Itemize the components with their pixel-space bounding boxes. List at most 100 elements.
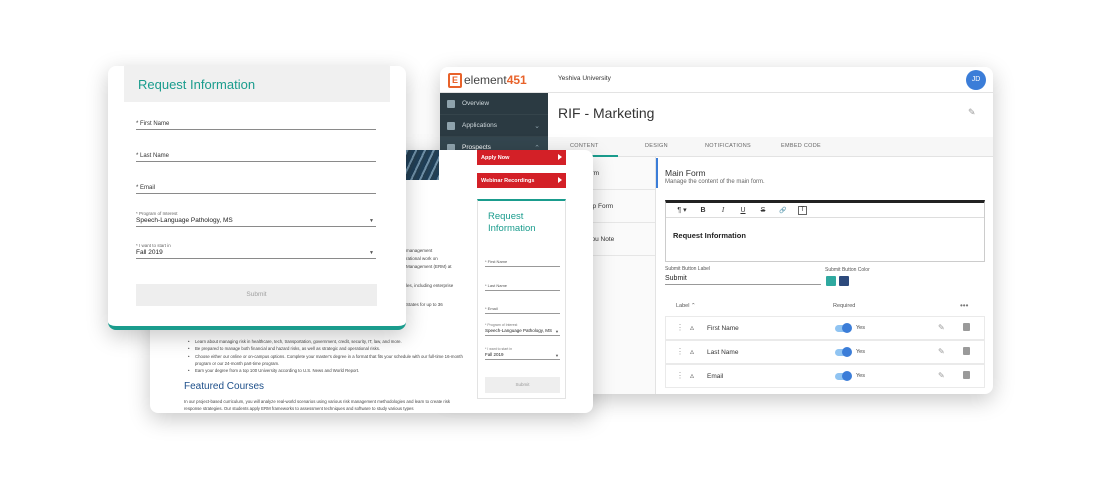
page-title: RIF - Marketing [558, 105, 655, 121]
tab-bar: CONTENT DESIGN NOTIFICATIONS EMBED CODE [548, 137, 993, 157]
table-row: ⋮ ▵ Email Yes ✎ [665, 364, 985, 388]
text-field-icon: ▵ [690, 323, 695, 332]
trash-icon[interactable] [963, 323, 970, 331]
pencil-icon[interactable]: ✎ [968, 107, 976, 118]
body-text-fragment: management [406, 248, 433, 253]
trash-icon[interactable] [963, 347, 970, 355]
required-toggle[interactable] [835, 371, 852, 381]
color-swatch-teal[interactable] [826, 276, 836, 286]
university-name: Yeshiva University [558, 75, 611, 82]
drag-handle-icon[interactable]: ⋮ [676, 347, 684, 356]
avatar[interactable]: JD [966, 70, 986, 90]
start-value: Fall 2019 [485, 352, 504, 357]
body-text-fragment: States for up to 36 [406, 302, 443, 307]
table-row: ⋮ ▵ First Name Yes ✎ [665, 316, 985, 340]
sort-up-icon: ⌃ [691, 303, 696, 309]
submit-label-caption: Submit Button Label [665, 266, 711, 272]
toggle-knob [842, 323, 852, 333]
drag-handle-icon[interactable]: ⋮ [676, 323, 684, 332]
caret-down-icon: ▼ [555, 353, 559, 358]
caret-down-icon: ▼ [555, 329, 559, 334]
program-value: Speech-Language Pathology, MS [485, 328, 552, 333]
sidebar-item-label: Overview [462, 100, 490, 107]
submit-button[interactable]: Submit [136, 284, 377, 306]
required-toggle[interactable] [835, 323, 852, 333]
first-name-field[interactable]: * First Name [136, 121, 376, 130]
form-title: Request Information [138, 77, 256, 92]
play-arrow-icon [558, 154, 562, 160]
webinar-recordings-button[interactable]: Webinar Recordings [477, 173, 566, 188]
field-label: First Name [707, 325, 739, 332]
column-header-required: Required [833, 303, 856, 309]
program-caption: * Program of Interest [485, 323, 518, 327]
paragraph-format-button[interactable]: ¶ ▾ [671, 206, 693, 214]
featured-courses-text: In our project-based curriculum, you wil… [184, 399, 451, 411]
drag-handle-icon[interactable]: ⋮ [676, 371, 684, 380]
tab-embed-code[interactable]: EMBED CODE [781, 143, 821, 149]
submit-button[interactable]: Submit [485, 377, 560, 393]
caret-down-icon: ▼ [369, 250, 374, 256]
tab-design[interactable]: DESIGN [645, 143, 668, 149]
logo-text: element [464, 73, 507, 87]
sidebar-item-label: Applications [462, 122, 498, 129]
grid-icon [447, 99, 455, 108]
tab-notifications[interactable]: NOTIFICATIONS [705, 143, 751, 149]
pencil-icon[interactable]: ✎ [938, 347, 945, 356]
sidebar-item-applications[interactable]: Applications ⌄ [440, 115, 548, 137]
field-label: Last Name [707, 349, 739, 356]
program-select[interactable]: Speech-Language Pathology, MS ▼ [485, 328, 560, 336]
chevron-down-icon: ⌄ [534, 122, 540, 130]
list-item: Learn about managing risk in healthcare,… [188, 338, 468, 346]
section-subtitle: Manage the content of the main form. [665, 179, 765, 185]
trash-icon[interactable] [963, 371, 970, 379]
embedded-form-widget: Request Information * First Name * Last … [477, 199, 566, 399]
more-options-icon[interactable]: ••• [960, 301, 968, 310]
editor-content[interactable]: Request Information [666, 218, 984, 240]
underline-button[interactable]: U [733, 207, 753, 214]
start-select[interactable]: Fall 2019 ▼ [485, 352, 560, 360]
caret-down-icon: ▼ [369, 218, 374, 224]
body-text-fragment: les, including enterprise [406, 283, 454, 288]
link-icon[interactable]: 🔗 [773, 207, 793, 214]
strikethrough-button[interactable]: S [753, 207, 773, 214]
start-caption: * I want to start in [136, 243, 171, 248]
field-label: Email [707, 373, 724, 380]
apply-now-button[interactable]: Apply Now [477, 150, 566, 165]
color-swatch-navy[interactable] [839, 276, 849, 286]
apply-now-label: Apply Now [481, 155, 510, 161]
email-field[interactable]: * Email [485, 306, 560, 314]
last-name-field[interactable]: * Last Name [136, 153, 376, 162]
program-select[interactable]: Speech-Language Pathology, MS ▼ [136, 217, 376, 227]
last-name-field[interactable]: * Last Name [485, 283, 560, 291]
webinar-recordings-label: Webinar Recordings [481, 178, 535, 184]
clear-format-icon[interactable]: T [798, 205, 807, 215]
start-caption: * I want to start in [485, 347, 513, 351]
submit-label-input[interactable]: Submit [665, 275, 821, 285]
pencil-icon[interactable]: ✎ [938, 371, 945, 380]
required-toggle[interactable] [835, 347, 852, 357]
column-header-label[interactable]: Label ⌃ [676, 303, 696, 309]
first-name-field[interactable]: * First Name [485, 259, 560, 267]
submit-color-caption: Submit Button Color [825, 267, 870, 273]
required-value: Yes [856, 373, 865, 379]
email-field[interactable]: * Email [136, 185, 376, 194]
text-field-icon: ▵ [690, 371, 695, 380]
tab-content[interactable]: CONTENT [570, 143, 599, 149]
start-select[interactable]: Fall 2019 ▼ [136, 249, 376, 259]
toggle-knob [842, 347, 852, 357]
sidebar-item-overview[interactable]: Overview [440, 93, 548, 115]
italic-button[interactable]: I [713, 206, 733, 214]
widget-title: Request Information [488, 211, 536, 234]
element451-logo[interactable]: E element 451 [448, 72, 527, 88]
bold-button[interactable]: B [693, 207, 713, 214]
banner-image [403, 150, 439, 180]
program-value: Speech-Language Pathology, MS [136, 217, 233, 224]
list-item: Earn your degree from a top 100 Universi… [188, 367, 468, 375]
request-info-form-card: Request Information * First Name * Last … [108, 66, 406, 330]
logo-mark: E [448, 72, 462, 88]
list-item: Be prepared to manage both financial and… [188, 345, 468, 353]
pencil-icon[interactable]: ✎ [938, 323, 945, 332]
text-field-icon: ▵ [690, 347, 695, 356]
required-value: Yes [856, 349, 865, 355]
rich-text-editor[interactable]: ¶ ▾ B I U S 🔗 T Request Information [665, 200, 985, 262]
